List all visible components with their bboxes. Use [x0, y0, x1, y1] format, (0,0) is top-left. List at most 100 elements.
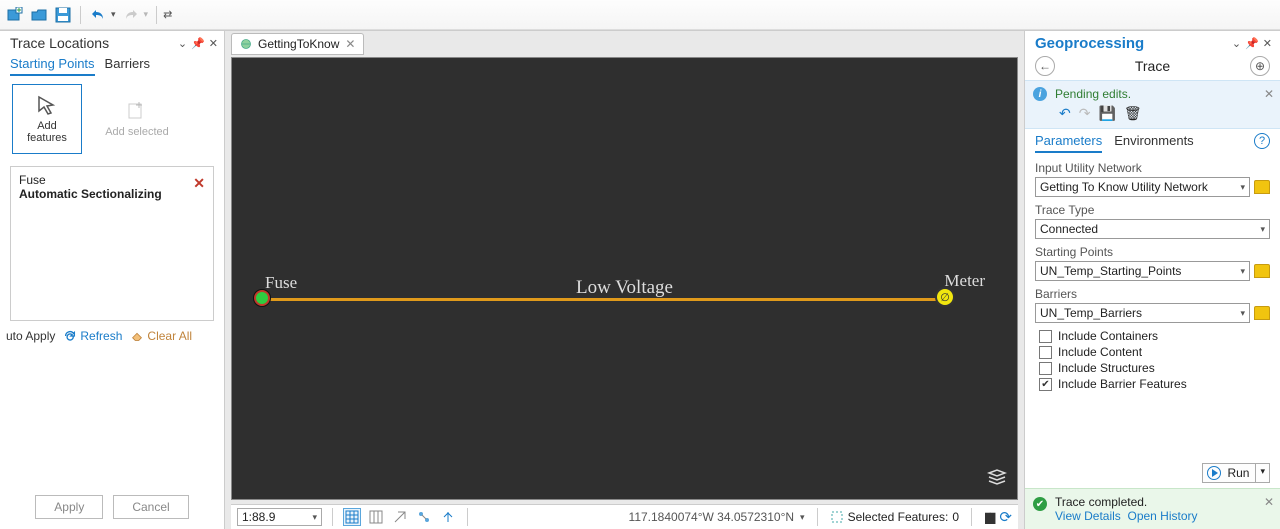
redo-edits-icon[interactable]: ↷ — [1079, 105, 1091, 122]
quick-access-toolbar: ▾ ▾ ⇄ — [0, 0, 1280, 30]
save-project-icon[interactable] — [54, 6, 72, 24]
gp-close-icon[interactable]: ✕ — [1263, 37, 1272, 50]
save-edits-icon[interactable]: 💾 — [1098, 105, 1115, 122]
close-pane-icon[interactable]: ✕ — [209, 37, 218, 50]
tab-environments[interactable]: Environments — [1114, 133, 1193, 153]
scale-dropdown-icon[interactable]: ▾ — [312, 512, 317, 523]
pending-edits-banner: i ✕ Pending edits. ↶ ↷ 💾 🗑 — [1025, 80, 1280, 129]
pane-title: Trace Locations — [10, 35, 109, 51]
auto-apply-toggle[interactable]: uto Apply — [6, 329, 55, 343]
tab-parameters[interactable]: Parameters — [1035, 133, 1102, 153]
pause-drawing-icon[interactable]: ▮▮ — [984, 509, 993, 526]
undo-icon[interactable] — [89, 6, 107, 24]
new-project-icon[interactable] — [6, 6, 24, 24]
refresh-map-icon[interactable]: ⟳ — [999, 508, 1012, 526]
feature-subtype: Automatic Sectionalizing — [19, 187, 205, 201]
map-tab[interactable]: GettingToKnow ✕ — [231, 33, 364, 55]
add-selected-icon — [125, 100, 149, 124]
feature-list: Fuse Automatic Sectionalizing ✕ — [10, 166, 214, 321]
trace-locations-pane: Trace Locations ⌄ 📌 ✕ Starting Points Ba… — [0, 30, 225, 529]
customize-dropdown[interactable]: ⇄ — [163, 8, 172, 21]
scale-input[interactable]: 1:88.9 ▾ — [237, 508, 322, 526]
options-dropdown-icon[interactable]: ⌄ — [178, 37, 187, 50]
completion-label: Trace completed. — [1055, 495, 1272, 509]
chevron-down-icon: ▾ — [1240, 308, 1245, 319]
coordinates: 117.1840074°W 34.0572310°N — [629, 510, 795, 524]
redo-dropdown[interactable]: ▾ — [144, 9, 149, 20]
status-bar: 1:88.9 ▾ 117.1840074°W 34.0572310°N ▾ Se… — [231, 504, 1018, 529]
redo-icon[interactable] — [122, 6, 140, 24]
close-tab-icon[interactable]: ✕ — [345, 37, 355, 51]
close-banner-icon[interactable]: ✕ — [1264, 87, 1274, 101]
geoprocessing-pane: Geoprocessing ⌄ 📌 ✕ ← Trace ⊕ i ✕ Pendin… — [1024, 30, 1280, 529]
include-barrier-features-checkbox[interactable]: Include Barrier Features — [1039, 377, 1270, 391]
map-canvas[interactable]: Fuse Low Voltage Meter — [231, 57, 1018, 500]
trace-type-value: Connected — [1040, 222, 1098, 236]
undo-edits-icon[interactable]: ↶ — [1059, 105, 1071, 122]
low-voltage-label: Low Voltage — [576, 277, 673, 299]
close-completion-icon[interactable]: ✕ — [1264, 495, 1274, 509]
open-project-icon[interactable] — [30, 6, 48, 24]
pending-edits-label: Pending edits. — [1055, 87, 1272, 101]
tool-title: Trace — [1135, 58, 1170, 74]
gp-options-dropdown-icon[interactable]: ⌄ — [1232, 37, 1241, 50]
starting-points-dropdown[interactable]: UN_Temp_Starting_Points ▾ — [1035, 261, 1250, 281]
feature-item[interactable]: Fuse Automatic Sectionalizing ✕ — [11, 167, 213, 207]
view-details-link[interactable]: View Details — [1055, 509, 1121, 523]
run-button[interactable]: Run — [1202, 463, 1256, 483]
include-structures-checkbox[interactable]: Include Structures — [1039, 361, 1270, 375]
browse-icon[interactable] — [1254, 180, 1270, 194]
completion-banner: ✔ ✕ Trace completed. View Details Open H… — [1025, 488, 1280, 529]
barriers-dropdown[interactable]: UN_Temp_Barriers ▾ — [1035, 303, 1250, 323]
clear-all-button[interactable]: Clear All — [130, 329, 192, 343]
map-view-area: GettingToKnow ✕ Fuse Low Voltage Meter 1… — [225, 30, 1024, 529]
cancel-button[interactable]: Cancel — [113, 495, 188, 519]
run-dropdown[interactable]: ▾ — [1256, 463, 1270, 483]
selected-features[interactable]: Selected Features: 0 — [830, 510, 959, 524]
open-history-link[interactable]: Open History — [1127, 509, 1197, 523]
add-selected-label: Add selected — [105, 126, 169, 138]
refresh-button[interactable]: Refresh — [63, 329, 122, 343]
fuse-node[interactable] — [254, 290, 270, 306]
add-features-button[interactable]: Add features — [12, 84, 82, 154]
constraints-icon[interactable] — [391, 508, 409, 526]
include-containers-checkbox[interactable]: Include Containers — [1039, 329, 1270, 343]
inference-icon[interactable] — [439, 508, 457, 526]
back-button[interactable]: ← — [1035, 56, 1055, 76]
input-network-value: Getting To Know Utility Network — [1040, 180, 1208, 194]
coords-dropdown-icon[interactable]: ▾ — [800, 512, 805, 523]
add-features-label: Add features — [27, 120, 67, 144]
meter-node[interactable] — [935, 287, 955, 307]
browse-icon[interactable] — [1254, 264, 1270, 278]
undo-dropdown[interactable]: ▾ — [111, 9, 116, 20]
discard-edits-icon[interactable]: 🗑 — [1124, 105, 1142, 122]
barriers-label: Barriers — [1035, 287, 1270, 301]
corrections-icon[interactable] — [415, 508, 433, 526]
input-network-dropdown[interactable]: Getting To Know Utility Network ▾ — [1035, 177, 1250, 197]
trace-type-label: Trace Type — [1035, 203, 1270, 217]
gp-pin-icon[interactable]: 📌 — [1245, 37, 1259, 50]
low-voltage-line[interactable] — [262, 298, 947, 301]
basemap-stack-icon[interactable] — [987, 468, 1007, 489]
pin-icon[interactable]: 📌 — [191, 37, 205, 50]
apply-button[interactable]: Apply — [35, 495, 103, 519]
browse-icon[interactable] — [1254, 306, 1270, 320]
snapping-icon[interactable] — [367, 508, 385, 526]
fuse-label: Fuse — [265, 273, 297, 293]
refresh-icon — [63, 329, 77, 343]
open-another-tool-button[interactable]: ⊕ — [1250, 56, 1270, 76]
selection-icon — [830, 510, 844, 524]
chevron-down-icon: ▾ — [1260, 224, 1265, 235]
trace-type-dropdown[interactable]: Connected ▾ — [1035, 219, 1270, 239]
starting-points-value: UN_Temp_Starting_Points — [1040, 264, 1181, 278]
chevron-down-icon: ▾ — [1240, 182, 1245, 193]
starting-points-label: Starting Points — [1035, 245, 1270, 259]
help-icon[interactable]: ? — [1254, 133, 1270, 149]
tab-barriers[interactable]: Barriers — [105, 56, 151, 76]
tab-starting-points[interactable]: Starting Points — [10, 56, 95, 76]
snapping-grid-icon[interactable] — [343, 508, 361, 526]
success-icon: ✔ — [1033, 497, 1047, 511]
input-network-label: Input Utility Network — [1035, 161, 1270, 175]
remove-feature-icon[interactable]: ✕ — [193, 175, 205, 192]
include-content-checkbox[interactable]: Include Content — [1039, 345, 1270, 359]
